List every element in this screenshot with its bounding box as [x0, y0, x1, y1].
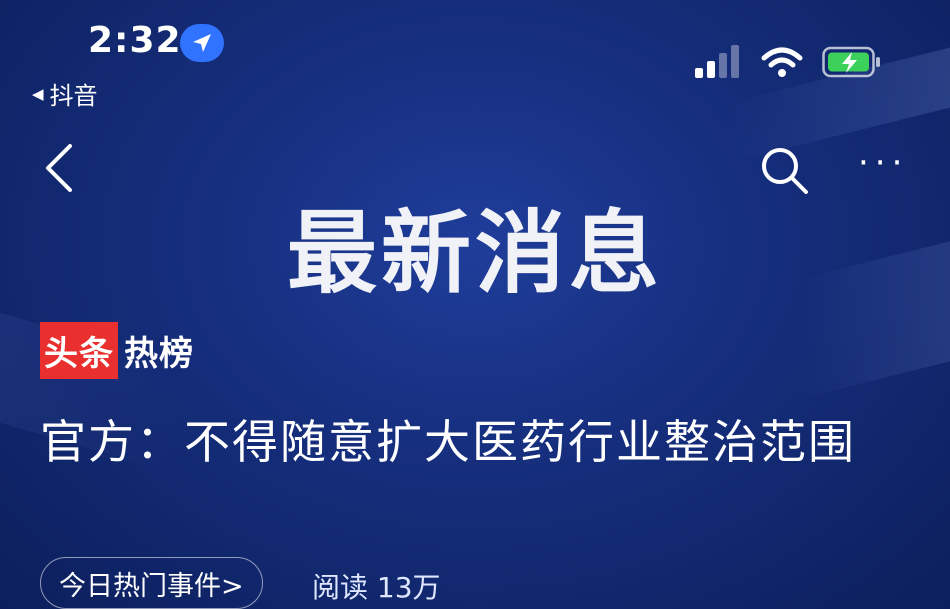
location-arrow-icon [180, 24, 224, 62]
article-title[interactable]: 官方：不得随意扩大医药行业整治范围 [40, 410, 900, 475]
topic-chip-button[interactable]: 今日热门事件> [40, 557, 263, 609]
back-app-label: 抖音 [49, 82, 98, 110]
badge-red-label: 头条 [40, 322, 118, 379]
hot-list-badge: 头条 热榜 [40, 322, 194, 379]
wifi-icon [761, 47, 803, 77]
video-headline: 最新消息 [287, 201, 663, 306]
cellular-signal-icon [695, 45, 739, 78]
back-triangle-icon: ◀ [32, 84, 44, 103]
read-count: 阅读 13万 [312, 571, 441, 604]
battery-charging-icon [822, 46, 880, 78]
back-to-app-link[interactable]: ◀ 抖音 [32, 76, 98, 111]
status-time: 2:32 [88, 20, 182, 61]
badge-label: 热榜 [124, 334, 194, 374]
